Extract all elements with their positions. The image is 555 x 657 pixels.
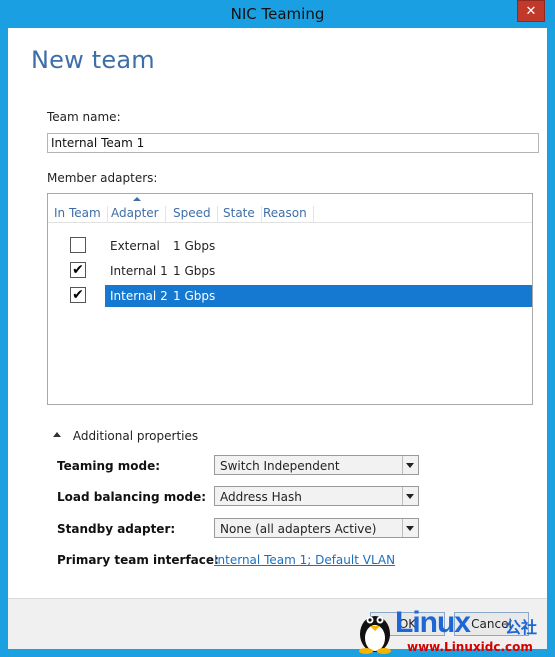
close-button[interactable]: ✕ <box>517 0 545 22</box>
in-team-checkbox[interactable]: ✔ <box>70 287 86 303</box>
title-bar: NIC Teaming ✕ <box>0 0 555 28</box>
watermark-cn: 公社 <box>505 618 538 637</box>
collapse-caret-icon <box>53 432 61 437</box>
window-title: NIC Teaming <box>230 5 325 23</box>
column-header-reason[interactable]: Reason <box>263 206 314 222</box>
column-header-in-team[interactable]: In Team <box>54 206 108 222</box>
watermark: Linux 公社 www.Linuxidc.com <box>355 604 555 656</box>
table-row[interactable]: External 1 Gbps <box>48 235 532 257</box>
watermark-url: www.Linuxidc.com <box>407 640 533 654</box>
close-icon: ✕ <box>525 4 537 19</box>
adapter-name: External <box>110 239 160 253</box>
sort-ascending-icon <box>133 197 141 201</box>
column-header-adapter[interactable]: Adapter <box>111 206 166 222</box>
penguin-logo-icon <box>359 616 391 654</box>
watermark-brand: Linux <box>395 606 471 639</box>
standby-adapter-select[interactable]: None (all adapters Active) <box>214 518 419 538</box>
standby-adapter-label: Standby adapter: <box>57 522 176 536</box>
column-header-speed[interactable]: Speed <box>173 206 218 222</box>
page-title: New team <box>31 46 155 74</box>
member-adapters-label: Member adapters: <box>47 171 158 185</box>
list-header: In Team Adapter Speed State Reason <box>48 194 532 223</box>
load-balancing-value: Address Hash <box>220 490 302 504</box>
adapter-speed: 1 Gbps <box>173 239 216 253</box>
chevron-down-icon[interactable] <box>402 487 418 505</box>
chevron-down-icon[interactable] <box>402 519 418 537</box>
member-adapters-list[interactable]: In Team Adapter Speed State Reason Exter… <box>47 193 533 405</box>
additional-properties-label: Additional properties <box>72 429 199 443</box>
dialog-client-area: New team Team name: Internal Team 1 Memb… <box>8 28 547 649</box>
primary-interface-link[interactable]: Internal Team 1; Default VLAN <box>214 553 395 567</box>
column-header-state[interactable]: State <box>223 206 262 222</box>
in-team-checkbox[interactable] <box>70 237 86 253</box>
additional-properties-toggle[interactable]: Additional properties <box>53 429 198 443</box>
chevron-down-icon[interactable] <box>402 456 418 474</box>
adapter-name: Internal 2 <box>110 289 168 303</box>
team-name-label: Team name: <box>47 110 121 124</box>
selection-highlight <box>105 285 532 307</box>
teaming-mode-value: Switch Independent <box>220 459 340 473</box>
adapter-speed: 1 Gbps <box>173 264 216 278</box>
load-balancing-select[interactable]: Address Hash <box>214 486 419 506</box>
load-balancing-label: Load balancing mode: <box>57 490 207 504</box>
in-team-checkbox[interactable]: ✔ <box>70 262 86 278</box>
table-row-selected[interactable]: ✔ Internal 2 1 Gbps <box>48 285 532 307</box>
teaming-mode-select[interactable]: Switch Independent <box>214 455 419 475</box>
teaming-mode-label: Teaming mode: <box>57 459 161 473</box>
adapter-name: Internal 1 <box>110 264 168 278</box>
team-name-input[interactable]: Internal Team 1 <box>47 133 539 153</box>
primary-interface-label: Primary team interface: <box>57 553 219 567</box>
table-row[interactable]: ✔ Internal 1 1 Gbps <box>48 260 532 282</box>
adapter-speed: 1 Gbps <box>173 289 216 303</box>
standby-adapter-value: None (all adapters Active) <box>220 522 377 536</box>
